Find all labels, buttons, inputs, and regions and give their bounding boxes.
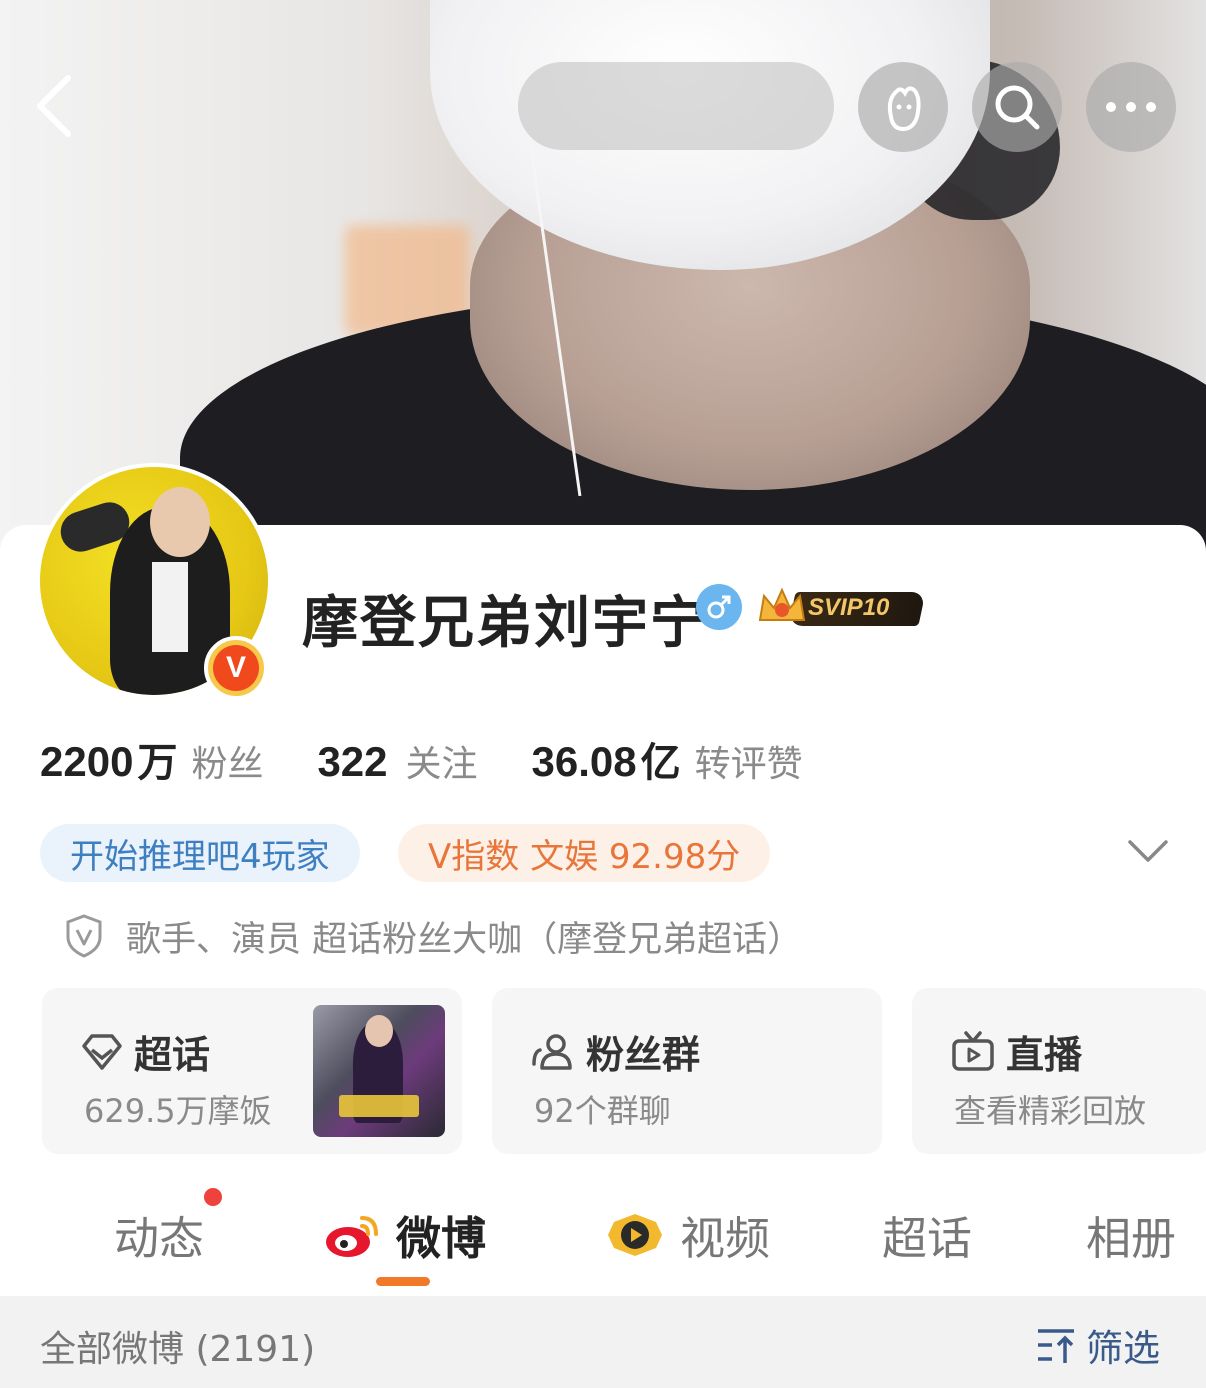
- interactions-count: 36.08: [531, 738, 637, 785]
- card-subtitle: 查看精彩回放: [954, 1092, 1147, 1130]
- card-title: 直播: [1006, 1033, 1083, 1077]
- followers-count[interactable]: 2200: [40, 738, 133, 786]
- verification-info[interactable]: 歌手、演员 超话粉丝大咖（摩登兄弟超话）: [64, 910, 802, 962]
- chevron-down-icon[interactable]: [1126, 834, 1170, 870]
- tab-label: 动态: [114, 1212, 205, 1265]
- video-icon: [608, 1213, 662, 1256]
- tab-label: 相册: [1086, 1212, 1177, 1265]
- tv-icon: [952, 1030, 994, 1071]
- more-icon: [1106, 102, 1156, 112]
- supertopic-thumbnail: [313, 1005, 445, 1137]
- card-subtitle: 92个群聊: [534, 1092, 671, 1130]
- all-posts-count[interactable]: 全部微博 (2191): [40, 1320, 315, 1372]
- tab-label: 视频: [680, 1212, 771, 1265]
- shield-v-icon: [66, 914, 102, 958]
- tab-feed[interactable]: 动态: [114, 1202, 204, 1267]
- card-title: 超话: [134, 1033, 211, 1077]
- following-count[interactable]: 322: [317, 738, 387, 786]
- active-tab-indicator: [376, 1277, 430, 1286]
- followers-unit: 万: [137, 740, 178, 786]
- card-subtitle: 629.5万摩饭: [84, 1092, 272, 1130]
- username: 摩登兄弟刘宇宁: [302, 591, 708, 656]
- group-icon: [532, 1033, 572, 1070]
- filter-bar: 全部微博 (2191) 筛选: [0, 1296, 1206, 1388]
- tab-supertopic[interactable]: 超话: [882, 1202, 972, 1267]
- supertopic-card[interactable]: 超话 629.5万摩饭: [42, 988, 462, 1154]
- live-card[interactable]: 直播 查看精彩回放: [912, 988, 1206, 1154]
- followers-label[interactable]: 粉丝: [191, 735, 263, 787]
- filter-icon: [1038, 1329, 1074, 1363]
- tab-label: 超话: [882, 1212, 973, 1265]
- following-label[interactable]: 关注: [406, 735, 478, 787]
- profile-stats: 2200 万 粉丝 322 关注 36.08 亿 转评赞: [40, 730, 857, 790]
- crown-icon: [758, 587, 806, 621]
- filter-button[interactable]: 筛选: [1034, 1318, 1160, 1372]
- filter-label: 筛选: [1086, 1327, 1160, 1370]
- tab-label: 微博: [396, 1212, 487, 1265]
- verified-v-icon: V: [213, 645, 259, 691]
- tab-weibo[interactable]: 微博: [322, 1202, 486, 1267]
- chevron-left-icon: [37, 75, 71, 137]
- fan-group-card[interactable]: 粉丝群 92个群聊: [492, 988, 882, 1154]
- verification-text: 歌手、演员 超话粉丝大咖（摩登兄弟超话）: [126, 919, 803, 960]
- male-icon: [696, 584, 742, 630]
- weibo-logo-icon: [326, 1215, 378, 1257]
- tab-album[interactable]: 相册: [1086, 1202, 1176, 1267]
- back-button[interactable]: [28, 70, 88, 140]
- v-index-tag[interactable]: V指数 文娱 92.98分: [398, 824, 771, 882]
- top-search-pill[interactable]: [518, 62, 834, 150]
- search-button[interactable]: [972, 62, 1062, 152]
- verified-badge: V: [204, 636, 268, 700]
- pet-button[interactable]: [858, 62, 948, 152]
- svip-badge[interactable]: SVIP10: [756, 584, 926, 630]
- interactions-unit: 亿: [640, 740, 681, 786]
- card-title: 粉丝群: [586, 1033, 701, 1077]
- search-icon: [995, 85, 1040, 130]
- pet-paw-icon: [887, 86, 921, 132]
- diamond-icon: [82, 1033, 122, 1070]
- svip-label: SVIP10: [808, 594, 890, 621]
- notification-dot: [204, 1188, 222, 1206]
- tab-video[interactable]: 视频: [604, 1202, 770, 1267]
- more-button[interactable]: [1086, 62, 1176, 152]
- interactions-label: 转评赞: [694, 744, 803, 785]
- game-tag[interactable]: 开始推理吧4玩家: [40, 824, 360, 882]
